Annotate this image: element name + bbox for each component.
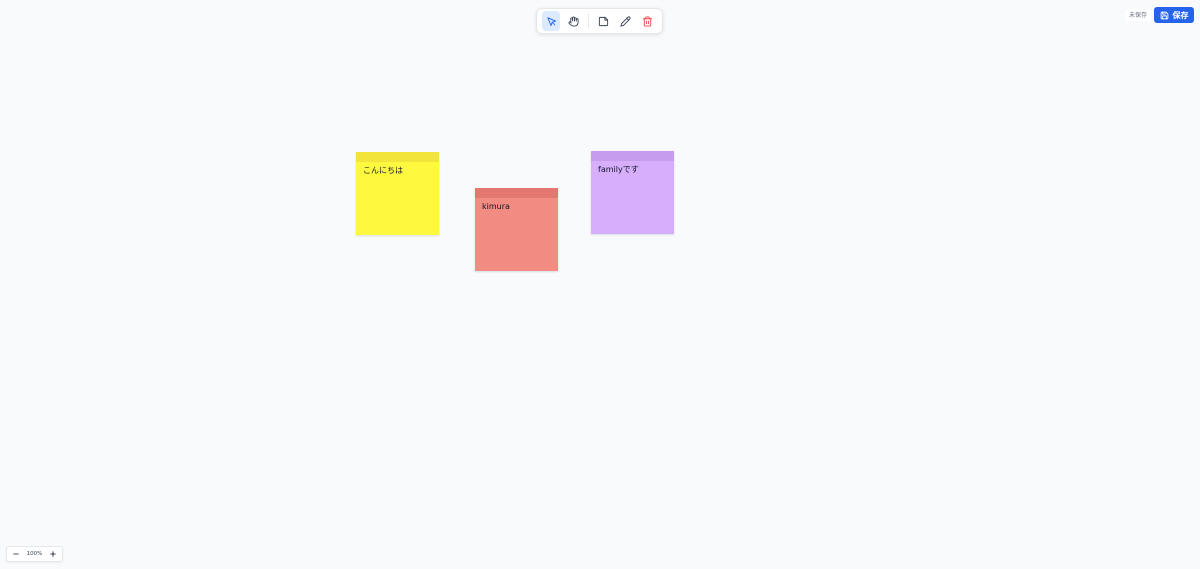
whiteboard-canvas[interactable]: 未保存 保存 こんにちは kimura familyです 100% bbox=[0, 0, 1200, 569]
minus-icon bbox=[13, 553, 19, 555]
sticky-note-text[interactable]: こんにちは bbox=[356, 162, 439, 180]
pencil-icon bbox=[620, 15, 632, 27]
select-tool-button[interactable] bbox=[542, 11, 561, 31]
sticky-note-text[interactable]: familyです bbox=[591, 161, 674, 179]
toolbar bbox=[536, 8, 663, 34]
sticky-note-icon bbox=[599, 16, 609, 26]
save-button-label: 保存 bbox=[1172, 10, 1189, 20]
zoom-control: 100% bbox=[6, 546, 63, 562]
sticky-note-text[interactable]: kimura bbox=[475, 198, 558, 216]
sticky-note-purple[interactable]: familyです bbox=[591, 151, 674, 234]
sticky-note-header[interactable] bbox=[356, 152, 439, 162]
pan-tool-button[interactable] bbox=[564, 11, 582, 31]
trash-icon bbox=[643, 15, 653, 27]
plus-icon bbox=[50, 551, 56, 557]
hand-icon bbox=[567, 15, 579, 27]
zoom-level: 100% bbox=[26, 551, 43, 557]
cursor-icon bbox=[546, 16, 556, 26]
delete-tool-button[interactable] bbox=[639, 11, 657, 31]
zoom-out-button[interactable] bbox=[10, 548, 22, 560]
sticky-note-header[interactable] bbox=[591, 151, 674, 161]
sticky-note-red[interactable]: kimura bbox=[475, 188, 558, 271]
save-button[interactable]: 保存 bbox=[1154, 7, 1194, 23]
save-icon bbox=[1160, 11, 1168, 19]
pen-tool-button[interactable] bbox=[617, 11, 635, 31]
toolbar-divider bbox=[588, 14, 589, 28]
sticky-note-tool-button[interactable] bbox=[595, 11, 613, 31]
save-status-text: 未保存 bbox=[1125, 10, 1152, 21]
sticky-note-header[interactable] bbox=[475, 188, 558, 198]
sticky-note-yellow[interactable]: こんにちは bbox=[356, 152, 439, 235]
zoom-in-button[interactable] bbox=[47, 548, 59, 560]
